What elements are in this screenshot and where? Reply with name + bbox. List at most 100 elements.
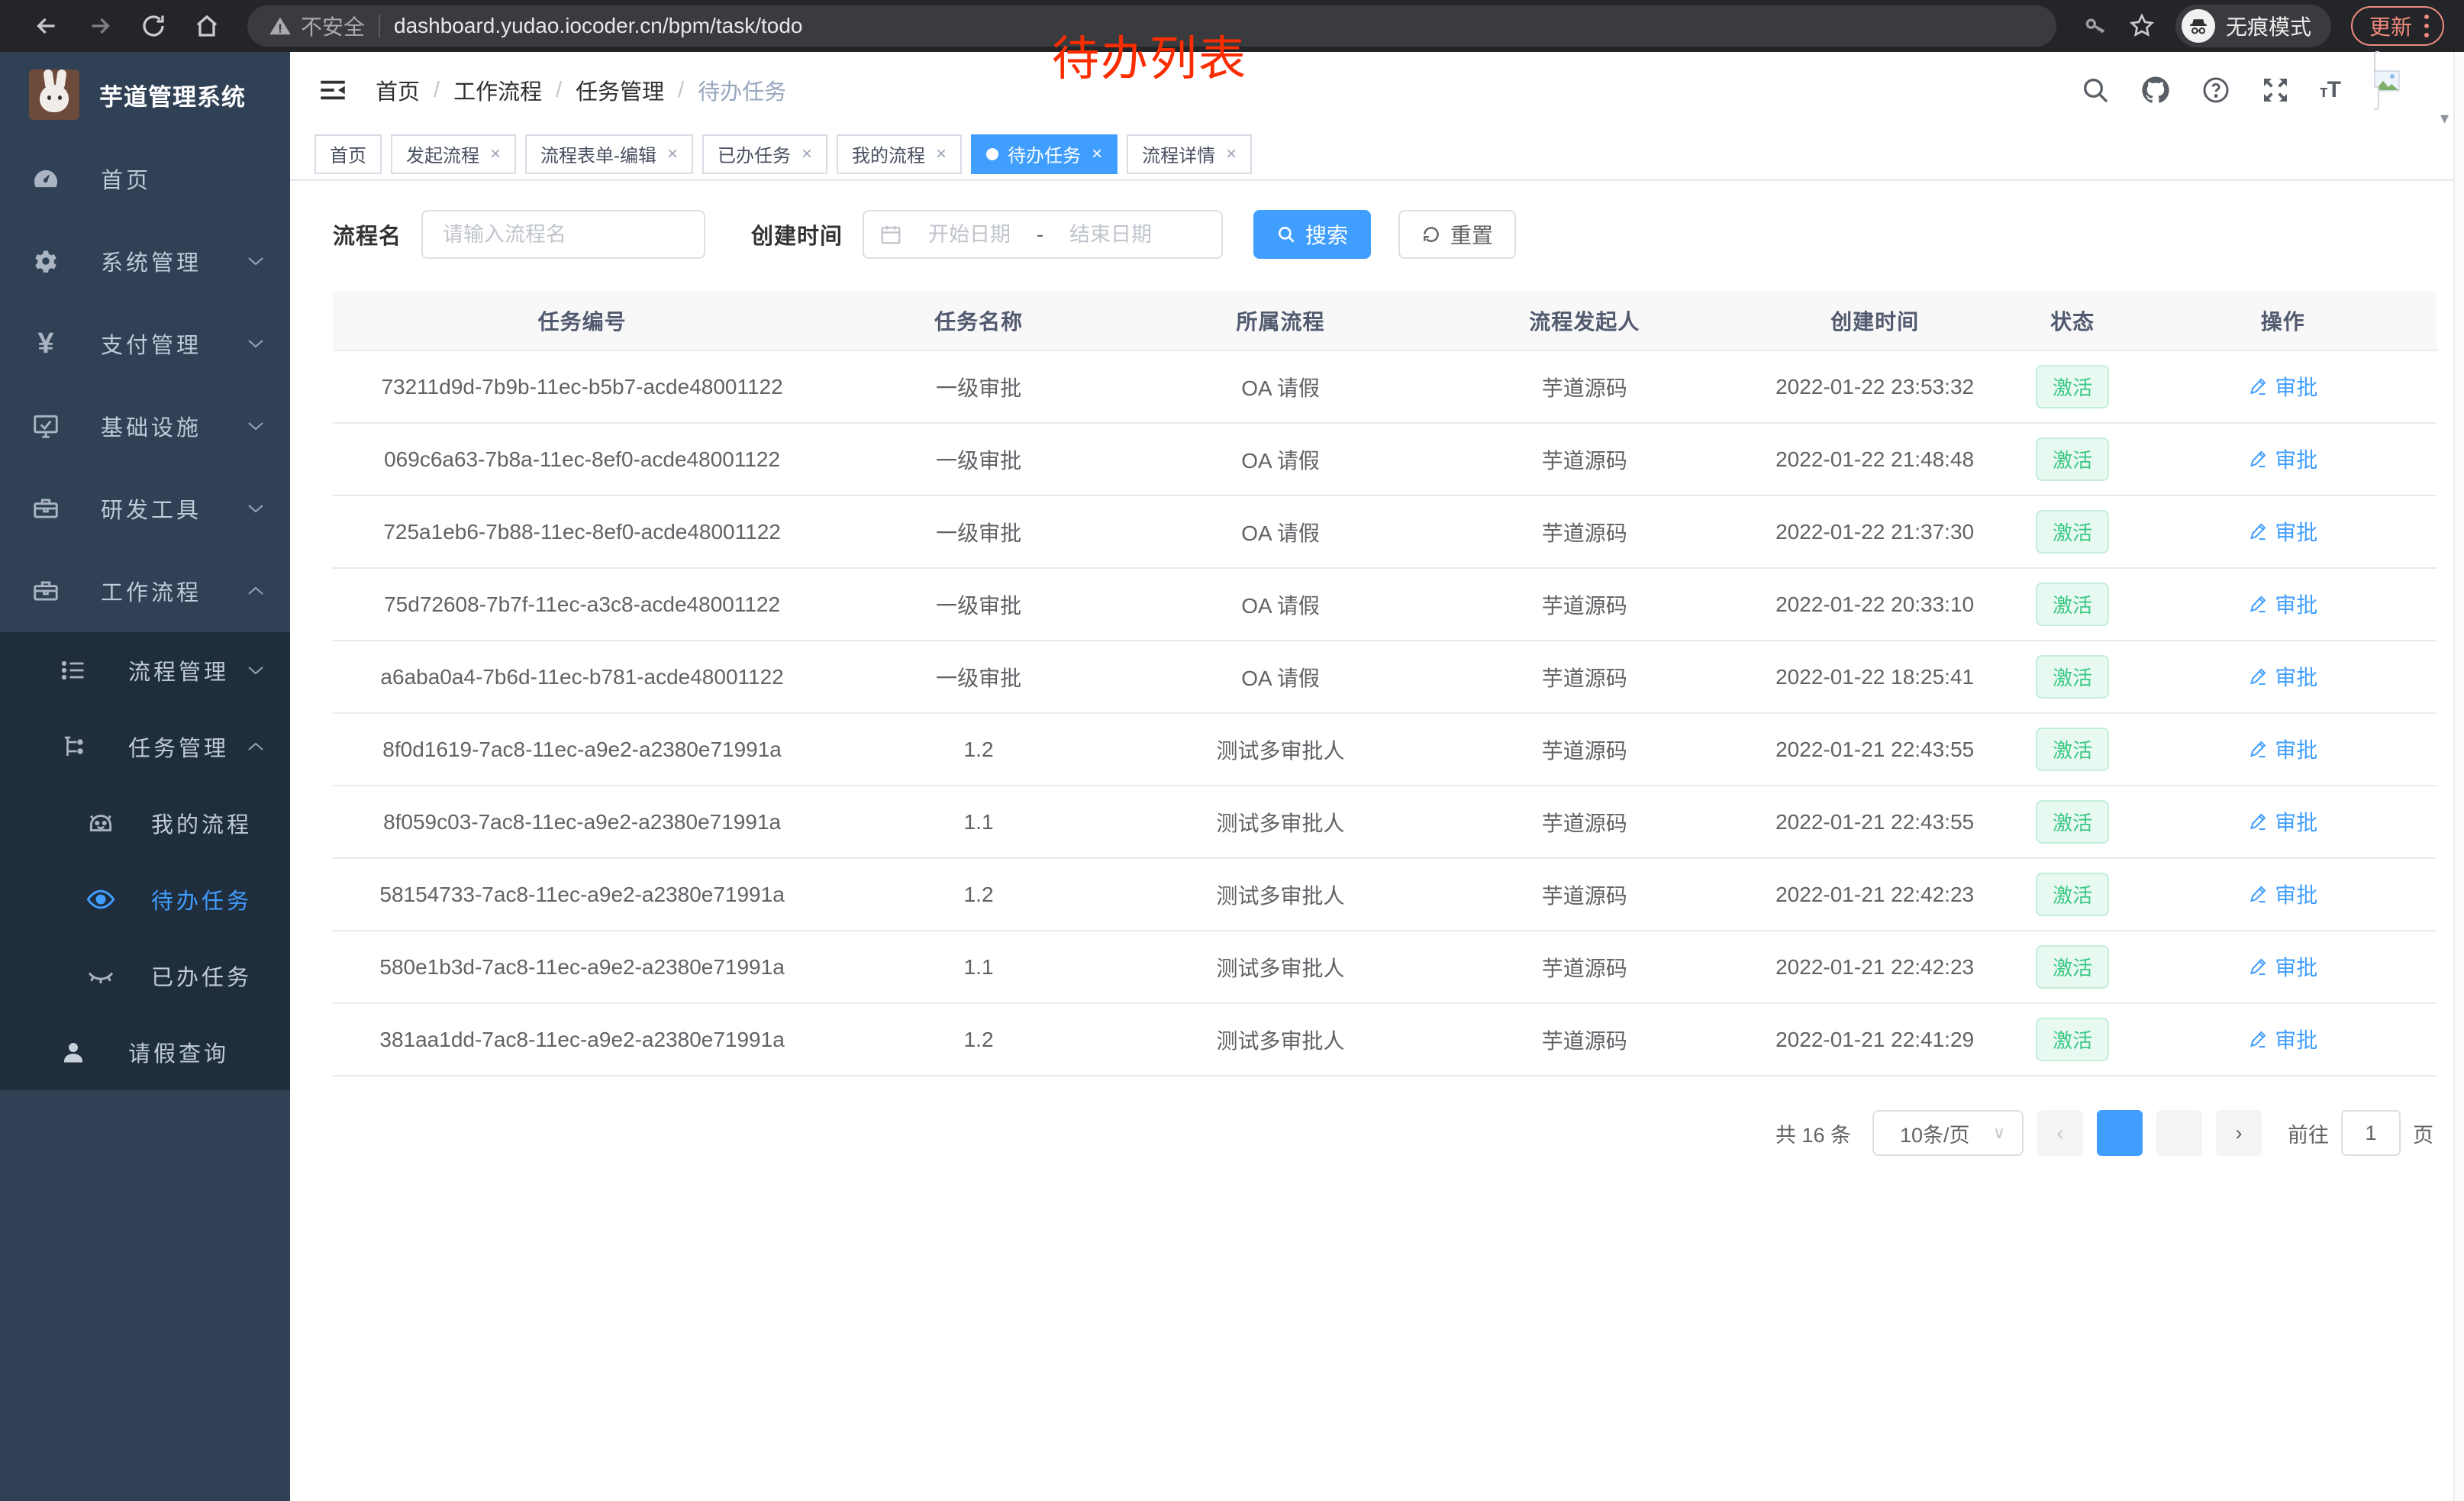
chevron-down-icon: [247, 665, 264, 676]
tab[interactable]: 首页: [314, 134, 382, 174]
active-dot-icon: [986, 148, 998, 160]
security-warning[interactable]: 不安全: [269, 11, 365, 41]
table-row: 381aa1dd-7ac8-11ec-a9e2-a2380e71991a 1.2…: [333, 1003, 2437, 1076]
incognito-icon: [2182, 9, 2215, 43]
goto-page-input[interactable]: [2341, 1110, 2401, 1156]
approve-link[interactable]: 审批: [2248, 734, 2317, 764]
status-badge: 激活: [2036, 1018, 2109, 1061]
approve-link[interactable]: 审批: [2248, 444, 2317, 474]
approve-link[interactable]: 审批: [2248, 589, 2317, 619]
sidebar-item-leave-query[interactable]: 请假查询: [0, 1014, 290, 1090]
browser-menu-icon[interactable]: [2424, 15, 2429, 37]
font-size-icon[interactable]: тT: [2320, 77, 2340, 103]
pagination: 共 16 条 10条/页 ∨ ‹ › 前往 页: [290, 1110, 2433, 1156]
password-key-icon[interactable]: [2082, 13, 2108, 39]
edit-pencil-icon: [2248, 449, 2269, 470]
end-date-input[interactable]: [1050, 223, 1172, 247]
sidebar-item-home[interactable]: 首页: [0, 137, 290, 220]
sidebar-item-devtools[interactable]: 研发工具: [0, 467, 290, 550]
browser-update-button[interactable]: 更新: [2351, 6, 2444, 46]
page-number-button[interactable]: [2156, 1110, 2202, 1156]
tab-close-icon[interactable]: ×: [801, 144, 812, 165]
approve-link[interactable]: 审批: [2248, 879, 2317, 909]
status-badge: 激活: [2036, 510, 2109, 554]
search-button[interactable]: 搜索: [1253, 210, 1371, 259]
github-icon[interactable]: [2140, 74, 2172, 106]
browser-back-button[interactable]: [20, 5, 73, 47]
tab-close-icon[interactable]: ×: [936, 144, 947, 165]
cell-task-name: 一级审批: [831, 423, 1126, 495]
fullscreen-icon[interactable]: [2260, 75, 2291, 105]
approve-link[interactable]: 审批: [2248, 951, 2317, 982]
tab[interactable]: 我的流程 ×: [837, 134, 962, 174]
sidebar-collapse-button[interactable]: [314, 72, 351, 108]
tab[interactable]: 发起流程 ×: [391, 134, 516, 174]
create-time-label: 创建时间: [751, 218, 843, 250]
prev-page-button[interactable]: ‹: [2037, 1110, 2083, 1156]
toolbox-icon: [31, 494, 61, 523]
breadcrumb-workflow[interactable]: 工作流程: [453, 74, 542, 106]
tab[interactable]: 待办任务 ×: [971, 134, 1118, 174]
sidebar-item-label: 支付管理: [101, 328, 247, 360]
tab-label: 我的流程: [852, 140, 925, 167]
approve-link[interactable]: 审批: [2248, 371, 2317, 402]
sidebar-item-label: 请假查询: [128, 1036, 264, 1068]
tab-close-icon[interactable]: ×: [667, 144, 678, 165]
browser-home-button[interactable]: [180, 5, 234, 47]
sidebar-item-label: 研发工具: [101, 492, 247, 525]
sidebar-item-label: 待办任务: [151, 883, 264, 915]
sidebar-item-process-mgmt[interactable]: 流程管理: [0, 632, 290, 709]
page-scrollbar[interactable]: [2453, 52, 2464, 1501]
cell-created: 2022-01-21 22:43:55: [1734, 713, 2015, 786]
search-icon[interactable]: [2080, 75, 2111, 105]
sidebar-item-system[interactable]: 系统管理: [0, 220, 290, 302]
breadcrumb-home[interactable]: 首页: [376, 74, 420, 106]
cell-process: OA 请假: [1126, 423, 1435, 495]
tab[interactable]: 流程详情 ×: [1127, 134, 1252, 174]
edit-pencil-icon: [2248, 884, 2269, 905]
user-avatar[interactable]: ▾: [2374, 56, 2437, 124]
address-bar[interactable]: 不安全 dashboard.yudao.iocoder.cn/bpm/task/…: [247, 5, 2056, 47]
sidebar-item-workflow[interactable]: 工作流程: [0, 550, 290, 632]
breadcrumb: 首页 / 工作流程 / 任务管理 / 待办任务: [376, 74, 2080, 106]
tab-close-icon[interactable]: ×: [490, 144, 501, 165]
status-badge: 激活: [2036, 800, 2109, 844]
sidebar-item-my-process[interactable]: 我的流程: [0, 785, 290, 861]
cell-starter: 芋道源码: [1435, 641, 1734, 713]
status-badge: 激活: [2036, 365, 2109, 408]
chevron-down-icon: [247, 421, 264, 431]
approve-link[interactable]: 审批: [2248, 806, 2317, 837]
date-range-picker[interactable]: -: [863, 210, 1223, 259]
sidebar-item-todo-task[interactable]: 待办任务: [0, 861, 290, 938]
help-icon[interactable]: [2201, 75, 2231, 105]
reset-button[interactable]: 重置: [1398, 210, 1516, 259]
sidebar-item-label: 已办任务: [151, 960, 264, 992]
tab-close-icon[interactable]: ×: [1226, 144, 1237, 165]
bookmark-star-icon[interactable]: [2128, 12, 2156, 40]
approve-link[interactable]: 审批: [2248, 1024, 2317, 1054]
process-name-input[interactable]: [421, 210, 705, 259]
page-number-button[interactable]: [2097, 1110, 2143, 1156]
breadcrumb-task-mgmt[interactable]: 任务管理: [576, 74, 664, 106]
page-size-select[interactable]: 10条/页 ∨: [1872, 1110, 2024, 1156]
sidebar-item-payment[interactable]: ¥ 支付管理: [0, 302, 290, 385]
next-page-button[interactable]: ›: [2216, 1110, 2262, 1156]
broken-image-icon: [2374, 51, 2437, 110]
tab[interactable]: 流程表单-编辑 ×: [525, 134, 693, 174]
browser-reload-button[interactable]: [127, 5, 180, 47]
sidebar: 芋道管理系统 首页 系统管理 ¥ 支付管理: [0, 52, 290, 1501]
workflow-submenu: 流程管理 任务管理 我的流程: [0, 632, 290, 1090]
sidebar-item-done-task[interactable]: 已办任务: [0, 938, 290, 1014]
start-date-input[interactable]: [908, 223, 1030, 247]
chevron-up-icon: [247, 586, 264, 596]
approve-link[interactable]: 审批: [2248, 661, 2317, 692]
tab-close-icon[interactable]: ×: [1092, 144, 1102, 165]
approve-link[interactable]: 审批: [2248, 516, 2317, 547]
person-icon: [58, 1038, 89, 1066]
cell-process: 测试多审批人: [1126, 858, 1435, 931]
browser-forward-button[interactable]: [73, 5, 127, 47]
sidebar-item-task-mgmt[interactable]: 任务管理: [0, 709, 290, 785]
back-arrow-icon: [33, 12, 60, 40]
sidebar-item-infra[interactable]: 基础设施: [0, 385, 290, 467]
tab[interactable]: 已办任务 ×: [702, 134, 827, 174]
